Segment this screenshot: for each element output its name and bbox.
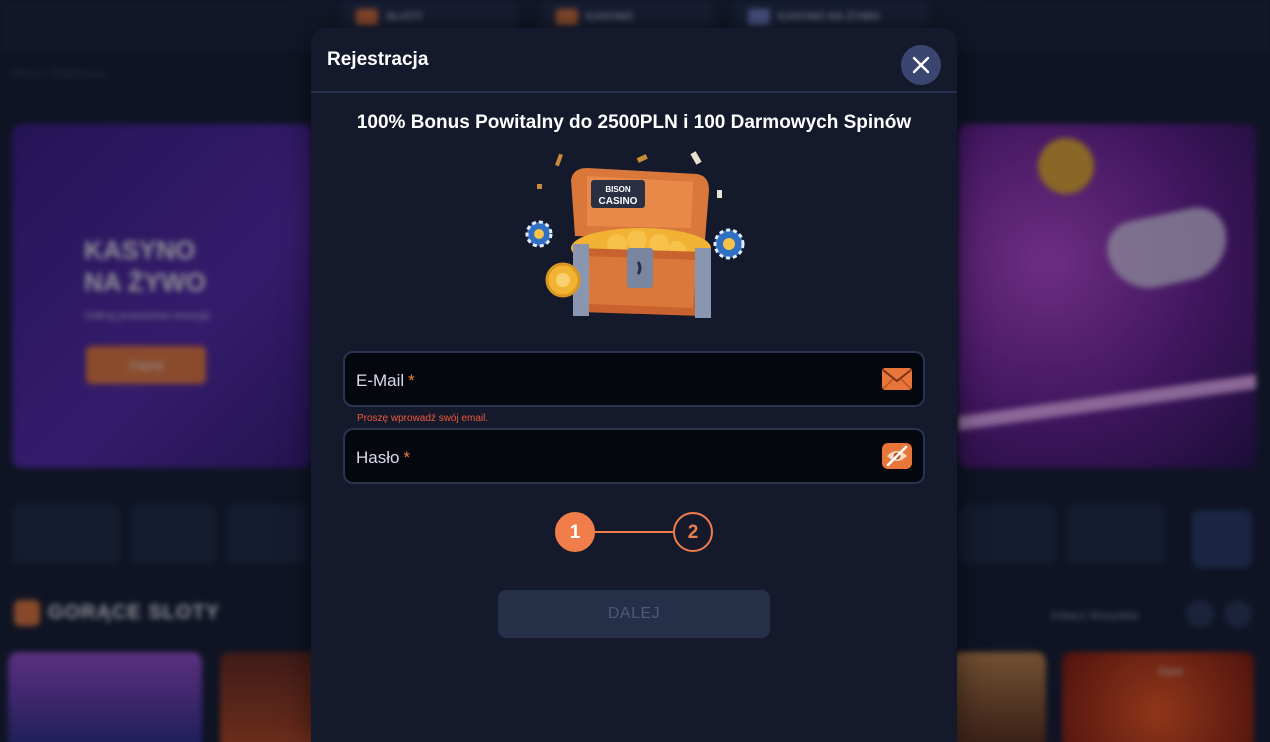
password-label: Hasło * <box>356 448 411 467</box>
step-1: 1 <box>555 512 595 552</box>
chest-brand-top: BISON <box>605 185 631 194</box>
modal-header: Rejestracja <box>311 28 957 93</box>
required-mark: * <box>408 371 415 390</box>
step-2: 2 <box>673 512 713 552</box>
eye-slash-icon[interactable] <box>881 441 913 471</box>
close-icon <box>912 56 930 74</box>
email-label: E-Mail * <box>356 371 415 390</box>
envelope-icon <box>882 368 912 390</box>
treasure-chest-image: BISON CASINO <box>525 151 745 318</box>
email-field[interactable]: E-Mail * <box>343 351 925 407</box>
step-connector <box>595 531 673 533</box>
step-indicator: 1 2 <box>555 512 715 552</box>
modal-title: Rejestracja <box>327 49 429 70</box>
chest-brand-bottom: CASINO <box>599 196 638 207</box>
email-error-message: Proszę wprowadź swój email. <box>357 413 489 424</box>
password-field[interactable]: Hasło * <box>343 428 925 484</box>
close-button[interactable] <box>901 45 941 85</box>
registration-modal: Rejestracja 100% Bonus Powitalny do 2500… <box>311 28 957 742</box>
bonus-text: 100% Bonus Powitalny do 2500PLN i 100 Da… <box>356 112 912 133</box>
next-button[interactable]: DALEJ <box>498 590 770 638</box>
required-mark: * <box>403 448 411 467</box>
